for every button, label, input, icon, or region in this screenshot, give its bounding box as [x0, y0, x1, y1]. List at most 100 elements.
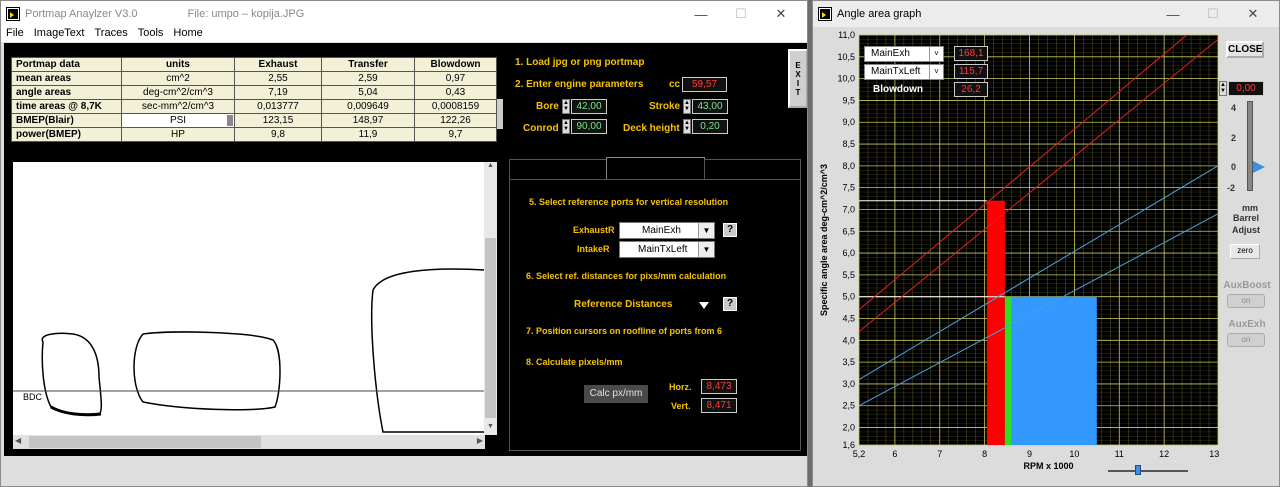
tab-content-panel [509, 179, 801, 451]
dropdown-handle-icon[interactable] [227, 115, 233, 126]
minimize-icon[interactable]: — [681, 1, 721, 27]
y-tick-label: 7,5 [842, 183, 855, 193]
chevron-down-icon[interactable]: ▼ [698, 242, 714, 257]
legend-value-maintxleft: 115,7 [954, 64, 988, 79]
tab-1[interactable] [509, 159, 607, 180]
barrel-label: Barrel [1232, 213, 1259, 223]
barrel-slider-handle[interactable] [1253, 161, 1265, 173]
x-tick-label: 6 [892, 449, 897, 459]
row-label: angle areas [11, 85, 122, 100]
transfer-cell: 148,97 [321, 113, 415, 128]
window-title: Angle area graph [837, 8, 922, 20]
menu-file[interactable]: File [6, 27, 24, 42]
canvas-horizontal-scrollbar[interactable]: ◀ ▶ [13, 435, 485, 449]
auxboost-toggle[interactable]: on [1227, 294, 1265, 308]
table-scroll-handle[interactable] [497, 99, 503, 129]
dropdown-triangle-icon[interactable] [699, 302, 709, 309]
barrel-slider-track[interactable] [1247, 101, 1253, 191]
close-graph-button[interactable]: CLOSE [1226, 41, 1264, 58]
bore-input[interactable]: 42,00 [571, 99, 607, 114]
h-scroll-thumb[interactable] [29, 436, 261, 448]
port-outlines [13, 268, 485, 433]
x-tick-label: 7 [937, 449, 942, 459]
exhaustr-dropdown[interactable]: MainExh ▼ [619, 222, 715, 239]
bore-spinner[interactable]: ▲ ▼ [562, 99, 570, 114]
row-unit-dropdown[interactable]: PSI [121, 113, 235, 128]
y-tick-label: 11,0 [838, 30, 855, 40]
y-tick-label: 4,5 [842, 314, 855, 324]
barrel-tick-minus2: -2 [1227, 183, 1236, 193]
vert-label: Vert. [671, 401, 691, 411]
portmap-image-canvas[interactable]: BDC [13, 162, 485, 435]
chevron-down-icon[interactable]: ˅ [929, 47, 943, 61]
row-label: time areas @ 8,7K [11, 99, 122, 114]
row-label: mean areas [11, 71, 122, 86]
menu-traces[interactable]: Traces [94, 27, 127, 42]
close-icon[interactable]: ✕ [1233, 1, 1273, 27]
rpm-slider-track[interactable] [1108, 470, 1188, 472]
transfer-cell: 0,009649 [321, 99, 415, 114]
barrel-tick-4: 4 [1231, 103, 1237, 113]
row-label: power(BMEP) [11, 127, 122, 142]
minimize-icon[interactable]: — [1153, 1, 1193, 27]
menu-home[interactable]: Home [173, 27, 202, 42]
maximize-icon[interactable]: ☐ [1193, 1, 1233, 27]
y-tick-label: 5,5 [842, 270, 855, 280]
legend-series-maintxleft[interactable]: MainTxLeft ˅ [864, 64, 944, 80]
step5-label: 5. Select reference ports for vertical r… [529, 197, 729, 207]
chevron-down-icon[interactable]: ˅ [929, 65, 943, 79]
help-button-refdist[interactable]: ? [723, 297, 737, 311]
legend-series-mainexh[interactable]: MainExh ˅ [864, 46, 944, 62]
exit-button[interactable]: EXIT [788, 49, 807, 108]
intaker-value: MainTxLeft [638, 244, 688, 255]
x-tick-label: 12 [1159, 449, 1169, 459]
transfer-cell: 5,04 [321, 85, 415, 100]
scroll-right-icon[interactable]: ▶ [477, 436, 483, 445]
menu-imagetext[interactable]: ImageText [34, 27, 85, 42]
stroke-input[interactable]: 43,00 [692, 99, 728, 114]
barrel-spinner[interactable]: ▲ ▼ [1219, 81, 1227, 96]
blowdown-cell: 0,97 [414, 71, 497, 86]
y-tick-label: 2,0 [842, 423, 855, 433]
barrel-value: 0,00 [1228, 81, 1264, 96]
x-tick-label: 10 [1069, 449, 1079, 459]
conrod-input[interactable]: 90,00 [571, 119, 607, 134]
scroll-down-icon[interactable]: ▼ [484, 423, 497, 435]
scroll-thumb[interactable] [485, 238, 496, 418]
close-icon[interactable]: ✕ [761, 1, 801, 27]
unit-value: PSI [169, 115, 187, 126]
help-button-exhaust[interactable]: ? [723, 223, 737, 237]
conrod-spinner[interactable]: ▲ ▼ [562, 119, 570, 134]
menu-tools[interactable]: Tools [138, 27, 164, 42]
calc-px-mm-button[interactable]: Calc px/mm [584, 385, 648, 403]
maximize-icon[interactable]: ☐ [721, 1, 761, 27]
y-tick-label: 9,0 [842, 117, 855, 127]
tab-3[interactable] [704, 159, 801, 180]
col-header-units: units [121, 57, 235, 72]
canvas-vertical-scrollbar[interactable]: ▲ ▼ [484, 162, 497, 435]
scroll-left-icon[interactable]: ◀ [15, 436, 21, 445]
scroll-up-icon[interactable]: ▲ [484, 162, 497, 174]
tab-2-active[interactable] [606, 157, 705, 180]
exhaustr-value: MainExh [642, 225, 681, 236]
legend-name: MainExh [871, 48, 910, 59]
step2-label: 2. Enter engine parameters [515, 79, 644, 90]
menu-bar: File ImageText Traces Tools Home [1, 27, 807, 42]
intaker-dropdown[interactable]: MainTxLeft ▼ [619, 241, 715, 258]
stroke-spinner[interactable]: ▲ ▼ [683, 99, 691, 114]
exhaust-cell: 2,55 [234, 71, 322, 86]
step7-label: 7. Position cursors on roofline of ports… [526, 326, 723, 336]
auxexh-toggle[interactable]: on [1227, 333, 1265, 347]
zero-button[interactable]: zero [1230, 244, 1260, 259]
deck-height-input[interactable]: 0,20 [692, 119, 728, 134]
chevron-down-icon[interactable]: ▼ [698, 223, 714, 238]
transfer-cell: 11,9 [321, 127, 415, 142]
deck-height-spinner[interactable]: ▲ ▼ [683, 119, 691, 134]
title-bar: Angle area graph — ☐ ✕ [813, 1, 1279, 27]
exhaust-cell: 0,013777 [234, 99, 322, 114]
x-tick-label: 9 [1027, 449, 1032, 459]
rpm-slider-handle[interactable] [1135, 465, 1141, 475]
chart-bar [986, 200, 1005, 445]
blowdown-cell: 122,26 [414, 113, 497, 128]
table-row: mean areas cm^2 2,55 2,59 0,97 [11, 71, 497, 86]
